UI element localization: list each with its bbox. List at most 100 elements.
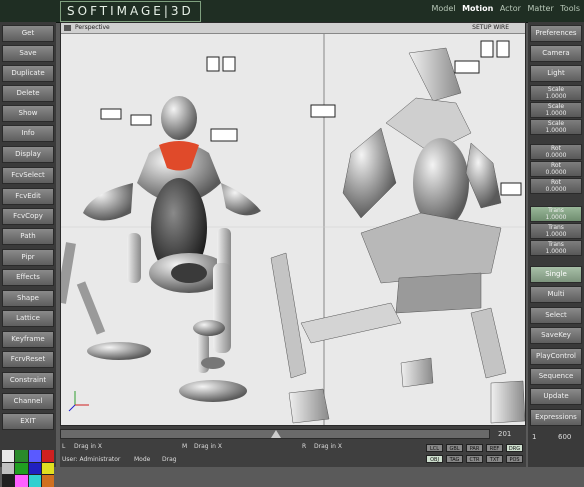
light-button[interactable]: Light (530, 65, 582, 82)
field-label: Scale (547, 86, 565, 93)
expressions-button[interactable]: Expressions (530, 409, 582, 426)
palette-swatch[interactable] (28, 475, 41, 487)
menu-pipr-button[interactable]: Pipr (2, 249, 54, 266)
mouse-left-key: L (62, 443, 66, 450)
menu-fcvcopy-button[interactable]: FcvCopy (2, 208, 54, 225)
field-value[interactable]: 1.0000 (531, 93, 581, 100)
tag-ctr[interactable]: CTR (466, 455, 483, 463)
rot-x-field[interactable]: Rot 0.0000 (530, 144, 582, 160)
field-value[interactable]: 1.0000 (531, 248, 581, 255)
trans-x-field[interactable]: Trans 1.0000 (530, 206, 582, 222)
tag-par[interactable]: PAR (466, 444, 483, 452)
menu-fcvselect-button[interactable]: FcvSelect (2, 167, 54, 184)
field-value[interactable]: 1.0000 (531, 214, 581, 221)
savekey-button[interactable]: SaveKey (530, 327, 582, 344)
range-start[interactable]: 1 (532, 433, 536, 441)
menu-display-button[interactable]: Display (2, 146, 54, 163)
palette-swatch[interactable] (41, 475, 54, 487)
preferences-button[interactable]: Preferences (530, 25, 582, 42)
palette-swatch[interactable] (2, 475, 15, 487)
field-value[interactable]: 0.0000 (531, 186, 581, 193)
single-mode-button[interactable]: Single (530, 266, 582, 283)
character-model-right[interactable] (270, 47, 525, 424)
menu-fcrvreset-button[interactable]: FcrvReset (2, 351, 54, 368)
field-label: Rot (551, 162, 561, 169)
scale-y-field[interactable]: Scale 1.0000 (530, 102, 582, 118)
palette-swatch[interactable] (41, 450, 54, 462)
tag-drg[interactable]: DRG (506, 444, 523, 452)
scene-render[interactable] (61, 33, 526, 426)
menu-save-button[interactable]: Save (2, 45, 54, 62)
menu-effects-button[interactable]: Effects (2, 269, 54, 286)
tag-gbl[interactable]: GBL (446, 444, 463, 452)
rot-z-field[interactable]: Rot 0.0000 (530, 178, 582, 194)
perspective-viewport[interactable]: Perspective SETUP WIRE (60, 22, 526, 426)
field-value[interactable]: 1.0000 (531, 231, 581, 238)
menu-channel-button[interactable]: Channel (2, 393, 54, 410)
left-menu-panel: Get Save Duplicate Delete Show Info Disp… (0, 22, 56, 487)
mouse-hint: L Drag in X M Drag in X R Drag in X (62, 443, 422, 452)
scale-x-field[interactable]: Scale 1.0000 (530, 85, 582, 101)
menu-shape-button[interactable]: Shape (2, 290, 54, 307)
field-value[interactable]: 0.0000 (531, 152, 581, 159)
menu-exit-button[interactable]: EXIT (2, 413, 54, 430)
timeline-slider[interactable] (60, 429, 490, 439)
rot-y-field[interactable]: Rot 0.0000 (530, 161, 582, 177)
range-end[interactable]: 600 (558, 433, 571, 441)
top-bar: SOFTIMAGE|3D Model Motion Actor Matter T… (0, 0, 584, 23)
menu-info-button[interactable]: Info (2, 125, 54, 142)
menu-keyframe-button[interactable]: Keyframe (2, 331, 54, 348)
sequence-button[interactable]: Sequence (530, 368, 582, 385)
module-motion[interactable]: Motion (462, 4, 493, 13)
menu-fcvedit-button[interactable]: FcvEdit (2, 188, 54, 205)
menu-delete-button[interactable]: Delete (2, 85, 54, 102)
trans-z-field[interactable]: Trans 1.0000 (530, 240, 582, 256)
menu-constraint-button[interactable]: Constraint (2, 372, 54, 389)
field-value[interactable]: 1.0000 (531, 127, 581, 134)
trans-y-field[interactable]: Trans 1.0000 (530, 223, 582, 239)
playcontrol-button[interactable]: PlayControl (530, 348, 582, 365)
field-value[interactable]: 1.0000 (531, 110, 581, 117)
palette-swatch[interactable] (41, 462, 54, 475)
tag-lcl[interactable]: LCL (426, 444, 443, 452)
timeline-handle[interactable] (271, 430, 281, 438)
select-button[interactable]: Select (530, 307, 582, 324)
field-label: Trans (548, 241, 564, 248)
field-label: Rot (551, 179, 561, 186)
palette-swatch[interactable] (2, 462, 15, 475)
camera-icon[interactable] (64, 25, 71, 31)
tag-tag[interactable]: TAG (446, 455, 463, 463)
camera-button[interactable]: Camera (530, 45, 582, 62)
palette-swatch[interactable] (28, 450, 41, 462)
tag-obj[interactable]: OBJ (426, 455, 443, 463)
palette-swatch[interactable] (15, 462, 28, 475)
module-matter[interactable]: Matter (527, 4, 553, 13)
color-palette[interactable] (2, 450, 54, 487)
scale-z-field[interactable]: Scale 1.0000 (530, 119, 582, 135)
palette-swatch[interactable] (2, 450, 15, 462)
tag-pos[interactable]: POS (506, 455, 523, 463)
update-button[interactable]: Update (530, 388, 582, 405)
axis-indicator (68, 391, 89, 412)
menu-show-button[interactable]: Show (2, 105, 54, 122)
menu-duplicate-button[interactable]: Duplicate (2, 65, 54, 82)
tag-txt[interactable]: TXT (486, 455, 503, 463)
viewport-menu[interactable]: SETUP WIRE (472, 23, 509, 33)
module-actor[interactable]: Actor (500, 4, 521, 13)
mouse-right-key: R (302, 443, 307, 450)
menu-lattice-button[interactable]: Lattice (2, 310, 54, 327)
field-value[interactable]: 0.0000 (531, 169, 581, 176)
palette-swatch[interactable] (28, 462, 41, 475)
character-model-left[interactable] (61, 96, 261, 402)
menu-get-button[interactable]: Get (2, 25, 54, 42)
current-frame[interactable]: 201 (498, 430, 511, 438)
mouse-right-action: Drag in X (314, 443, 342, 450)
palette-swatch[interactable] (15, 475, 28, 487)
module-model[interactable]: Model (431, 4, 455, 13)
palette-swatch[interactable] (15, 450, 28, 462)
tag-ref[interactable]: REF (486, 444, 503, 452)
viewport-title[interactable]: Perspective (75, 23, 110, 33)
multi-mode-button[interactable]: Multi (530, 286, 582, 303)
module-tools[interactable]: Tools (560, 4, 580, 13)
menu-path-button[interactable]: Path (2, 228, 54, 245)
